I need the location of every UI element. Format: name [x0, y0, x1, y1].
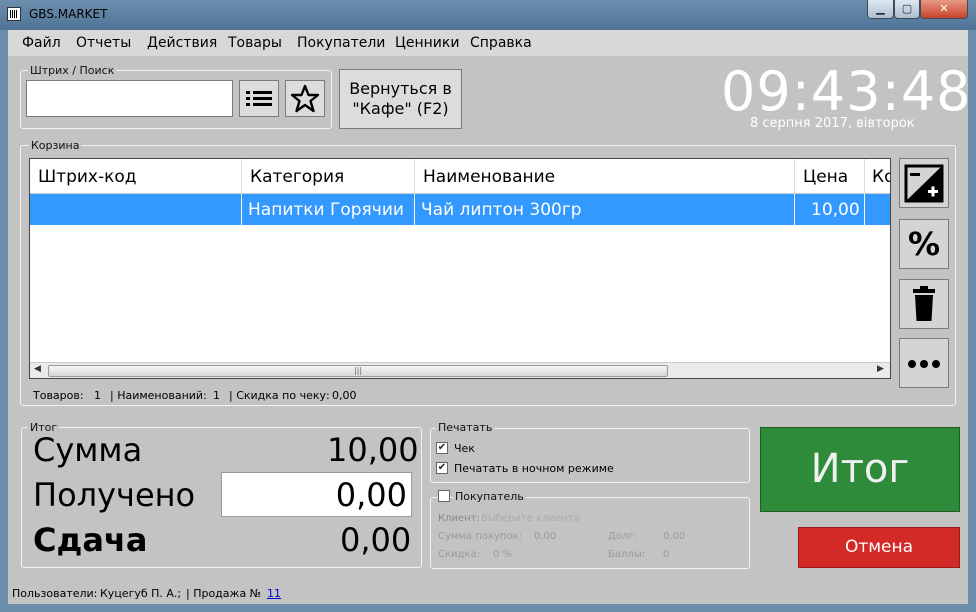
menu-bar: Файл Отчеты Действия Товары Покупатели Ц… — [8, 30, 968, 56]
customer-group-label: Покупатель — [453, 490, 526, 503]
scroll-right-icon[interactable]: ▶ — [877, 364, 884, 374]
night-mode-checkbox[interactable]: ✔ — [436, 462, 448, 474]
delete-button[interactable] — [899, 279, 949, 329]
percent-icon: % — [907, 225, 941, 263]
sum-label: Сумма — [33, 431, 143, 469]
back-to-cafe-button[interactable]: Вернуться в "Кафе" (F2) — [339, 69, 462, 129]
discount-label: | Скидка по чеку: — [229, 389, 330, 402]
cell-name: Чай липтон 300гр — [421, 200, 582, 220]
row-divider — [794, 194, 795, 225]
maximize-button[interactable]: ▢ — [894, 0, 920, 19]
points-value: 0 — [663, 549, 670, 560]
list-button[interactable] — [239, 80, 279, 117]
received-input[interactable]: 0,00 — [221, 472, 412, 517]
menu-file[interactable]: Файл — [22, 35, 61, 51]
cancel-button[interactable]: Отмена — [798, 527, 960, 568]
column-barcode[interactable]: Штрих-код — [38, 167, 137, 187]
window-frame — [0, 604, 976, 612]
menu-reports[interactable]: Отчеты — [76, 35, 131, 51]
cart-group-label: Корзина — [29, 139, 82, 152]
horizontal-scrollbar[interactable]: ◀ ||| ▶ — [30, 362, 890, 378]
scroll-left-icon[interactable]: ◀ — [34, 364, 41, 374]
trash-icon — [913, 286, 935, 321]
minimize-button[interactable]: ▁ — [867, 0, 894, 19]
search-group-label: Штрих / Поиск — [28, 64, 117, 77]
current-user: Куцегуб П. А.; — [100, 587, 182, 600]
clock-date: 8 серпня 2017, вівторок — [750, 116, 915, 131]
cell-price: 10,00 — [811, 200, 860, 220]
users-label: Пользователи: — [12, 587, 98, 600]
receipt-checkbox[interactable]: ✔ — [436, 442, 448, 454]
row-divider — [414, 194, 415, 225]
more-button[interactable] — [899, 338, 949, 388]
cell-category: Напитки Горячии — [248, 200, 404, 220]
barcode-icon — [7, 7, 21, 21]
purchases-value: 0,00 — [534, 531, 557, 542]
row-divider — [864, 194, 865, 225]
edit-quantity-button[interactable] — [899, 158, 949, 208]
title-bar: GBS.MARKET ▁ ▢ ✕ — [0, 0, 976, 30]
list-icon — [246, 91, 272, 106]
table-header: Штрих-код Категория Наименование Цена Ко — [30, 159, 890, 194]
window-frame — [0, 30, 8, 612]
main-window: Файл Отчеты Действия Товары Покупатели Ц… — [8, 30, 971, 604]
cart-table: Штрих-код Категория Наименование Цена Ко… — [29, 158, 891, 379]
purchases-label: Сумма покупок: — [438, 531, 522, 542]
customer-discount-value: 0 % — [493, 549, 513, 560]
menu-price-tags[interactable]: Ценники — [395, 35, 459, 51]
names-label: | Наименований: — [110, 389, 207, 402]
items-label: Товаров: — [33, 389, 84, 402]
column-name[interactable]: Наименование — [423, 167, 555, 187]
sale-label: | Продажа № — [186, 587, 262, 600]
search-input[interactable] — [26, 80, 233, 117]
menu-goods[interactable]: Товары — [228, 35, 282, 51]
column-price[interactable]: Цена — [803, 167, 848, 187]
discount-value: 0,00 — [332, 389, 357, 402]
table-row[interactable]: Напитки Горячии Чай липтон 300гр 10,00 — [30, 194, 890, 225]
menu-actions[interactable]: Действия — [147, 35, 217, 51]
menu-customers[interactable]: Покупатели — [297, 35, 385, 51]
discount-button[interactable]: % — [899, 219, 949, 269]
back-button-line1: Вернуться в — [349, 79, 452, 98]
change-value: 0,00 — [340, 521, 412, 559]
scroll-thumb[interactable]: ||| — [48, 365, 668, 377]
close-button[interactable]: ✕ — [920, 0, 968, 19]
debt-value: 0,00 — [663, 531, 686, 542]
star-icon — [290, 84, 320, 113]
menu-help[interactable]: Справка — [470, 35, 532, 51]
total-button[interactable]: Итог — [760, 427, 960, 512]
back-button-line2: "Кафе" (F2) — [352, 99, 449, 118]
window-title: GBS.MARKET — [29, 7, 108, 21]
names-count: 1 — [213, 389, 220, 402]
night-mode-label: Печатать в ночном режиме — [454, 462, 614, 475]
sale-number-link[interactable]: 11 — [267, 587, 281, 600]
client-select[interactable]: Выберите клиента — [481, 513, 580, 524]
received-value: 0,00 — [335, 476, 407, 514]
debt-label: Долг: — [608, 531, 637, 542]
items-count: 1 — [94, 389, 101, 402]
customer-discount-label: Скидка: — [438, 549, 480, 560]
points-label: Баллы: — [608, 549, 646, 560]
receipt-label: Чек — [454, 442, 475, 455]
received-label: Получено — [33, 476, 196, 514]
plus-minus-icon — [904, 164, 944, 203]
column-quantity[interactable]: Ко — [872, 167, 890, 187]
sum-value: 10,00 — [327, 431, 419, 469]
client-label: Клиент: — [438, 513, 480, 524]
clock-time: 09:43:48 — [721, 60, 972, 123]
column-category[interactable]: Категория — [250, 167, 344, 187]
row-divider — [241, 194, 242, 225]
favorites-button[interactable] — [285, 80, 325, 117]
more-icon — [908, 360, 940, 368]
change-label: Сдача — [33, 521, 148, 559]
customer-checkbox[interactable] — [438, 490, 450, 502]
print-group-label: Печатать — [436, 421, 495, 434]
